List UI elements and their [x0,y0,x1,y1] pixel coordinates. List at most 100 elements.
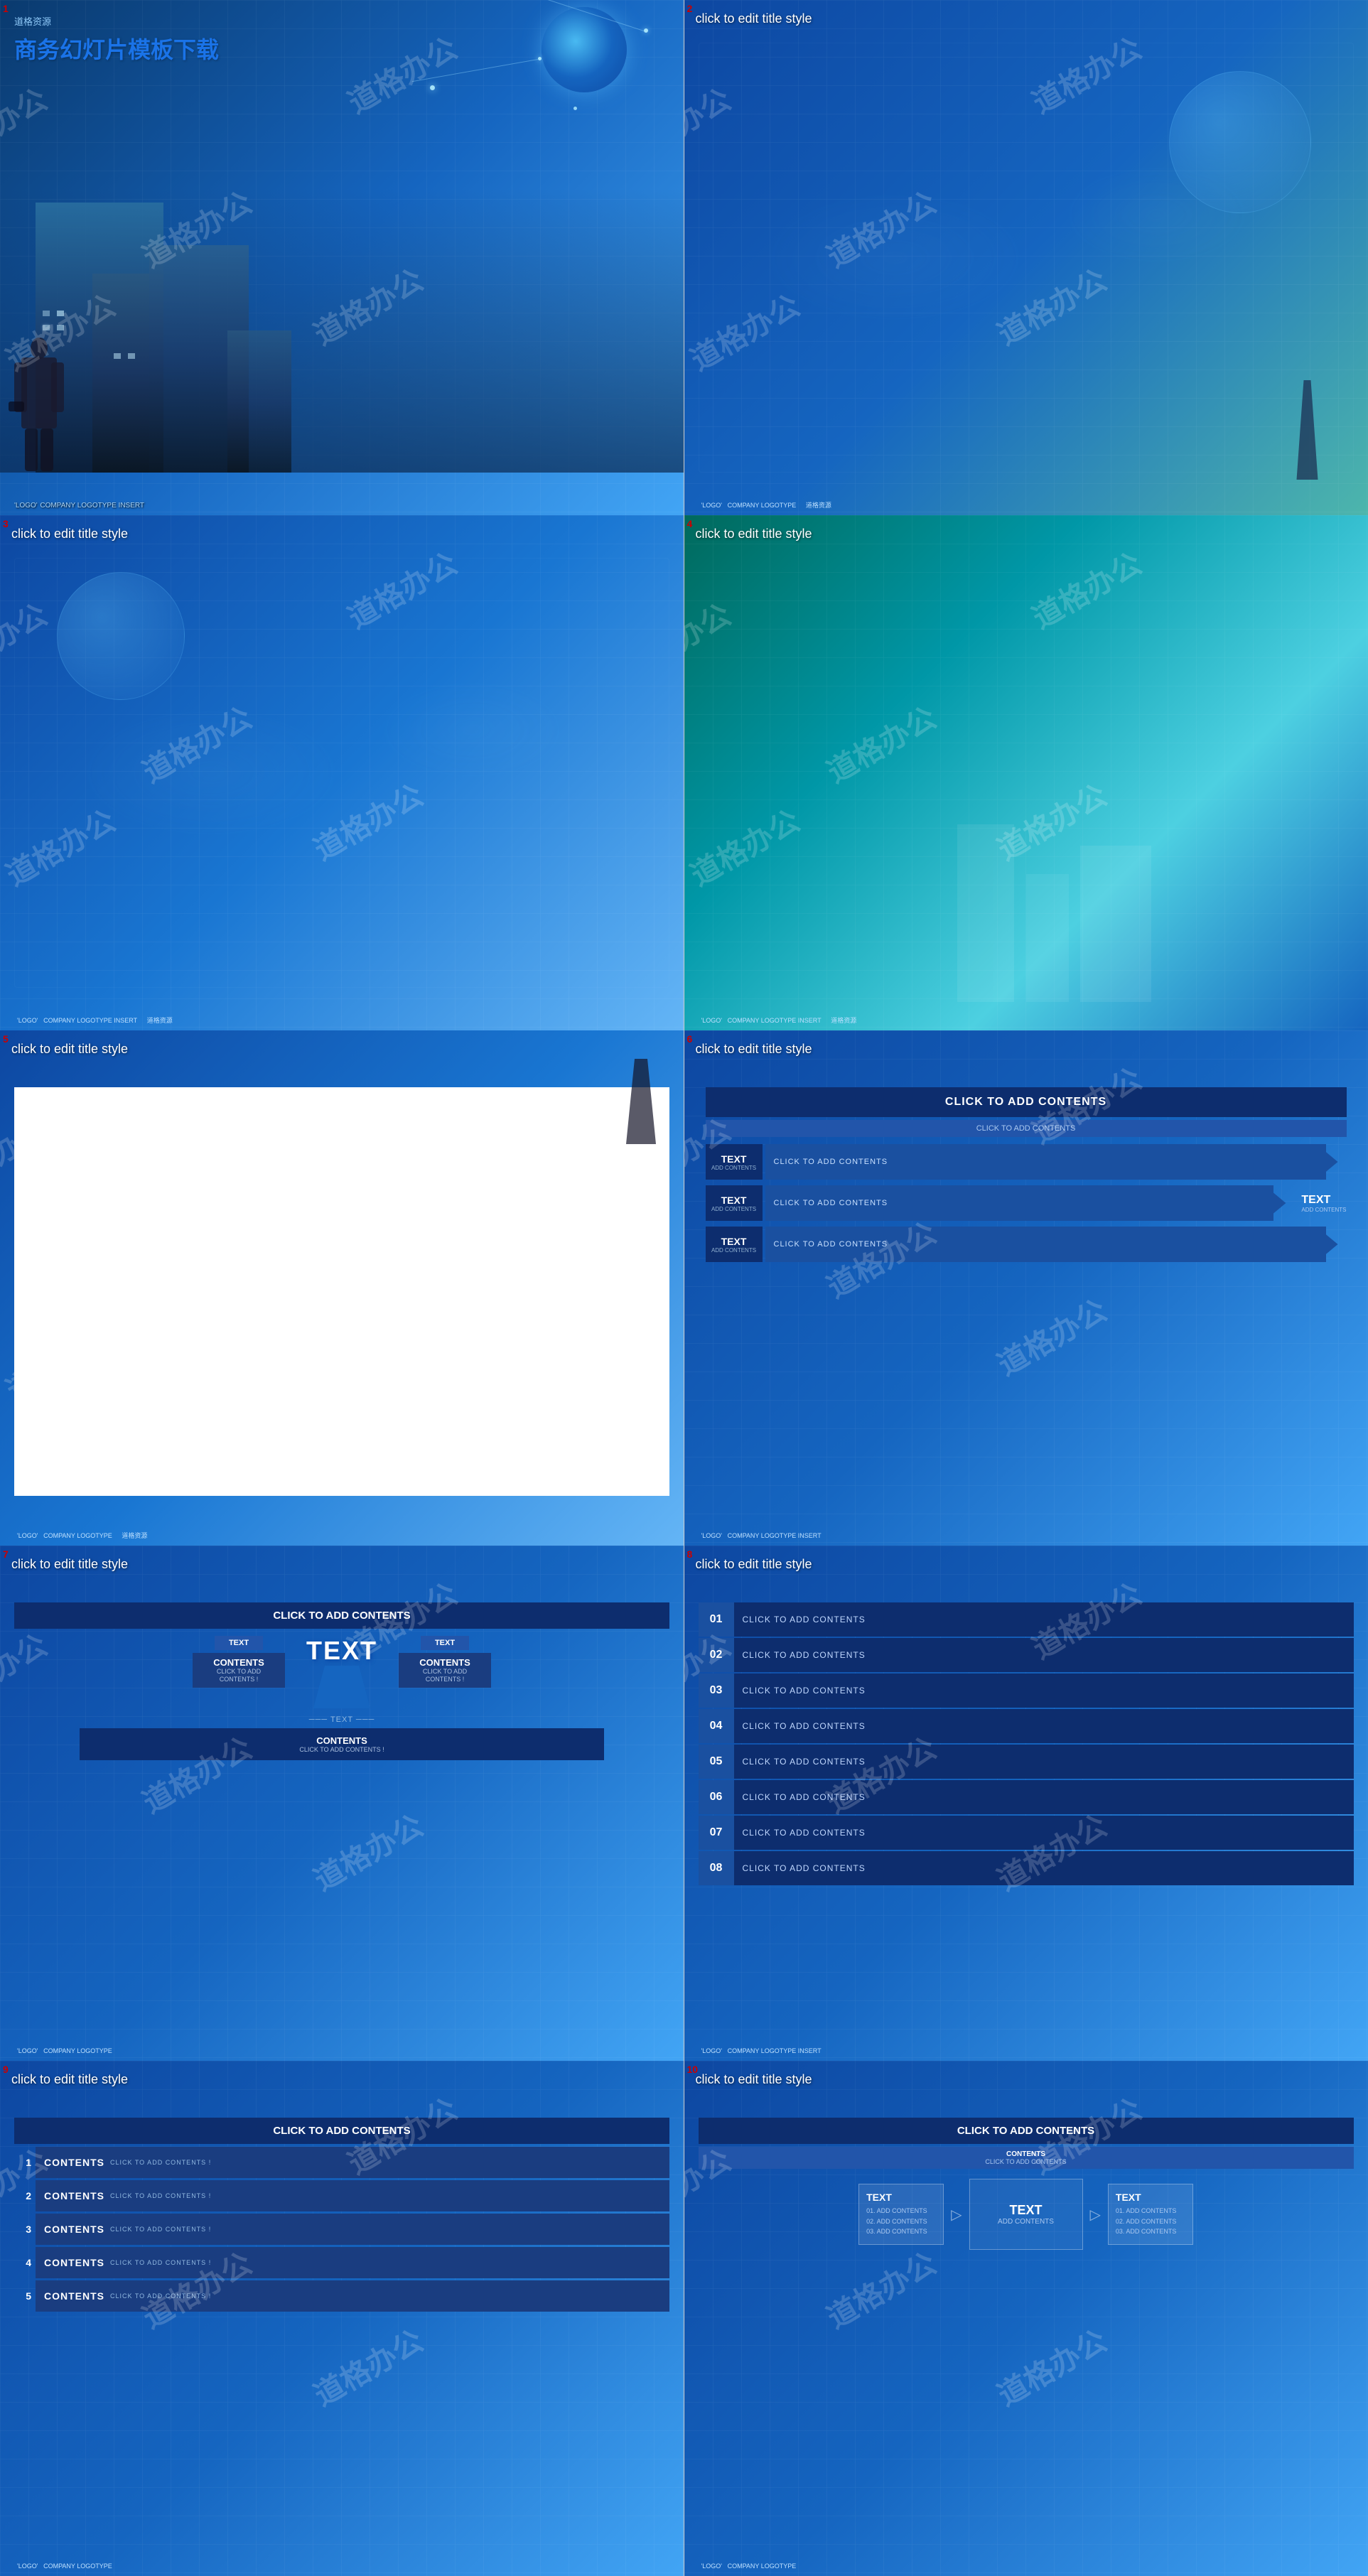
item-text: CLICK TO ADD CONTENTS [734,1757,866,1767]
slide-logo: 'LOGO' COMPANY LOGOTYPE [699,2560,797,2570]
s8-item-5[interactable]: 05 CLICK TO ADD CONTENTS [699,1745,1354,1779]
item-num: 07 [699,1816,734,1850]
person-silhouette [7,330,71,476]
s8-item-4[interactable]: 04 CLICK TO ADD CONTENTS [699,1709,1354,1743]
col2-box[interactable]: CONTENTS CLICK TO ADD CONTENTS ! [399,1653,491,1688]
slide-title[interactable]: click to edit title style [696,2072,812,2087]
label-sub: ADD CONTENTS [711,1247,756,1254]
logo-text: 'LOGO' [701,2047,722,2054]
slide-title[interactable]: click to edit title style [696,527,812,541]
item-num: 08 [699,1851,734,1885]
s9-header[interactable]: CLICK TO ADD CONTENTS [14,2118,669,2144]
slide-logo: 'LOGO' COMPANY LOGOTYPE INSERT [699,2044,822,2055]
slide-title[interactable]: click to edit title style [696,1557,812,1572]
label-text: TEXT [721,1195,747,1206]
item-box: CONTENTS CLICK TO ADD CONTENTS ! [36,2147,669,2178]
slide-title[interactable]: click to edit title style [696,11,812,26]
slide-number: 4 [687,518,693,529]
col2-title: CONTENTS [406,1657,484,1668]
slide-title[interactable]: click to edit title style [11,1557,128,1572]
slide-2: 2 click to edit title style 'LOGO' COMPA… [684,0,1368,515]
item-text: CLICK TO ADD CONTENTS [734,1828,866,1838]
logo-text: 'LOGO' [701,2562,722,2570]
item-num: 03 [699,1674,734,1708]
slide-number: 1 [3,3,9,14]
col2-label[interactable]: TEXT [421,1636,469,1650]
item-box: CONTENTS CLICK TO ADD CONTENTS ! [36,2214,669,2245]
s6-label-1[interactable]: TEXT ADD CONTENTS [706,1144,763,1180]
slide-main-title[interactable]: 商务幻灯片模板下载 [14,32,219,65]
s6-bar-1[interactable]: CLICK TO ADD CONTENTS [765,1144,1326,1180]
s7-center-arrow: TEXT [299,1636,384,1708]
s8-item-7[interactable]: 07 CLICK TO ADD CONTENTS [699,1816,1354,1850]
s9-list: 1 CONTENTS CLICK TO ADD CONTENTS ! 2 CON… [14,2147,669,2312]
s6-row-3: TEXT ADD CONTENTS CLICK TO ADD CONTENTS [706,1227,1347,1262]
s9-item-3[interactable]: 3 CONTENTS CLICK TO ADD CONTENTS ! [14,2214,669,2245]
item-num: 01 [699,1602,734,1637]
network-dot [644,28,648,33]
slide-logo: 'LOGO' COMPANY LOGOTYPE INSERT [699,1529,822,1540]
logo-url: 道格资源 [806,502,831,509]
s7-bottom-box[interactable]: CONTENTS CLICK TO ADD CONTENTS ! [80,1728,604,1760]
s9-item-1[interactable]: 1 CONTENTS CLICK TO ADD CONTENTS ! [14,2147,669,2178]
s8-item-1[interactable]: 01 CLICK TO ADD CONTENTS [699,1602,1354,1637]
slide-8: 8 click to edit title style 01 CLICK TO … [684,1546,1368,2061]
col1-box[interactable]: CONTENTS CLICK TO ADD CONTENTS ! [193,1653,285,1688]
label-sub: ADD CONTENTS [711,1165,756,1171]
s6-bar-3[interactable]: CLICK TO ADD CONTENTS [765,1227,1326,1262]
s8-item-2[interactable]: 02 CLICK TO ADD CONTENTS [699,1638,1354,1672]
building-area-deco [684,824,1368,1002]
s9-item-2[interactable]: 2 CONTENTS CLICK TO ADD CONTENTS ! [14,2180,669,2211]
s10-center-box[interactable]: TEXT ADD CONTENTS [969,2179,1083,2250]
network-dot [573,107,577,110]
item-num: 1 [14,2157,36,2168]
s6-arrow-1 [1325,1151,1347,1173]
s8-item-3[interactable]: 03 CLICK TO ADD CONTENTS [699,1674,1354,1708]
slide-title[interactable]: click to edit title style [11,1042,128,1057]
bottom-sub: CLICK TO ADD CONTENTS ! [94,1746,590,1753]
s8-item-6[interactable]: 06 CLICK TO ADD CONTENTS [699,1780,1354,1814]
s8-item-8[interactable]: 08 CLICK TO ADD CONTENTS [699,1851,1354,1885]
s6-bar-2[interactable]: CLICK TO ADD CONTENTS [765,1185,1274,1221]
s6-label-2[interactable]: TEXT ADD CONTENTS [706,1185,763,1221]
left-item-1: 01. ADD CONTENTS [866,2206,936,2216]
left-title: TEXT [866,2192,936,2203]
s10-header[interactable]: CLICK TO ADD CONTENTS [699,2118,1354,2144]
slide-number: 10 [687,2064,699,2075]
logo-sub: COMPANY LOGOTYPE INSERT [40,502,144,510]
s10-right-box[interactable]: TEXT 01. ADD CONTENTS 02. ADD CONTENTS 0… [1108,2184,1193,2244]
label-sub: ADD CONTENTS [711,1206,756,1212]
slide-title[interactable]: click to edit title style [696,1042,812,1057]
s6-main-header[interactable]: CLICK TO ADD CONTENTS [706,1087,1347,1117]
s7-top-row: TEXT CONTENTS CLICK TO ADD CONTENTS ! TE… [193,1636,491,1708]
left-arrow-icon: ▷ [951,2206,962,2224]
col1-label[interactable]: TEXT [215,1636,263,1650]
window [114,353,121,359]
logo-text: 'LOGO' [17,1532,38,1539]
s6-right-text[interactable]: TEXT ADD CONTENTS [1301,1194,1346,1213]
col1-title: CONTENTS [200,1657,278,1668]
s9-item-4[interactable]: 4 CONTENTS CLICK TO ADD CONTENTS ! [14,2247,669,2278]
slide-logo: 'LOGO' COMPANY LOGOTYPE 道格资源 [14,1529,147,1540]
slide-title[interactable]: click to edit title style [11,527,128,541]
item-sub: CLICK TO ADD CONTENTS ! [110,2192,211,2199]
s10-sub-text: CLICK TO ADD CONTENTS [702,2158,1350,2165]
item-num: 02 [699,1638,734,1672]
s6-label-3[interactable]: TEXT ADD CONTENTS [706,1227,763,1262]
s7-header[interactable]: CLICK TO ADD CONTENTS [14,1602,669,1629]
s10-subheader: CONTENTS CLICK TO ADD CONTENTS [699,2147,1354,2169]
slide-9: 9 click to edit title style CLICK TO ADD… [0,2061,684,2576]
s10-left-box[interactable]: TEXT 01. ADD CONTENTS 02. ADD CONTENTS 0… [858,2184,944,2244]
item-sub: CLICK TO ADD CONTENTS ! [110,2226,211,2233]
slide-number: 8 [687,1548,693,1560]
s7-col-1: TEXT CONTENTS CLICK TO ADD CONTENTS ! [193,1636,285,1708]
slide-5-content-area[interactable] [14,1087,669,1496]
globe-deco [1169,71,1311,213]
item-title: CONTENTS [44,2224,104,2235]
slide-title[interactable]: click to edit title style [11,2072,128,2087]
logo-sub: COMPANY LOGOTYPE [728,502,797,509]
slide-subtitle: 道格资源 [14,14,219,28]
s6-subheader[interactable]: CLICK TO ADD CONTENTS [706,1120,1347,1137]
s10-sub-title: CONTENTS [702,2150,1350,2158]
s9-item-5[interactable]: 5 CONTENTS CLICK TO ADD CONTENTS ! [14,2280,669,2312]
